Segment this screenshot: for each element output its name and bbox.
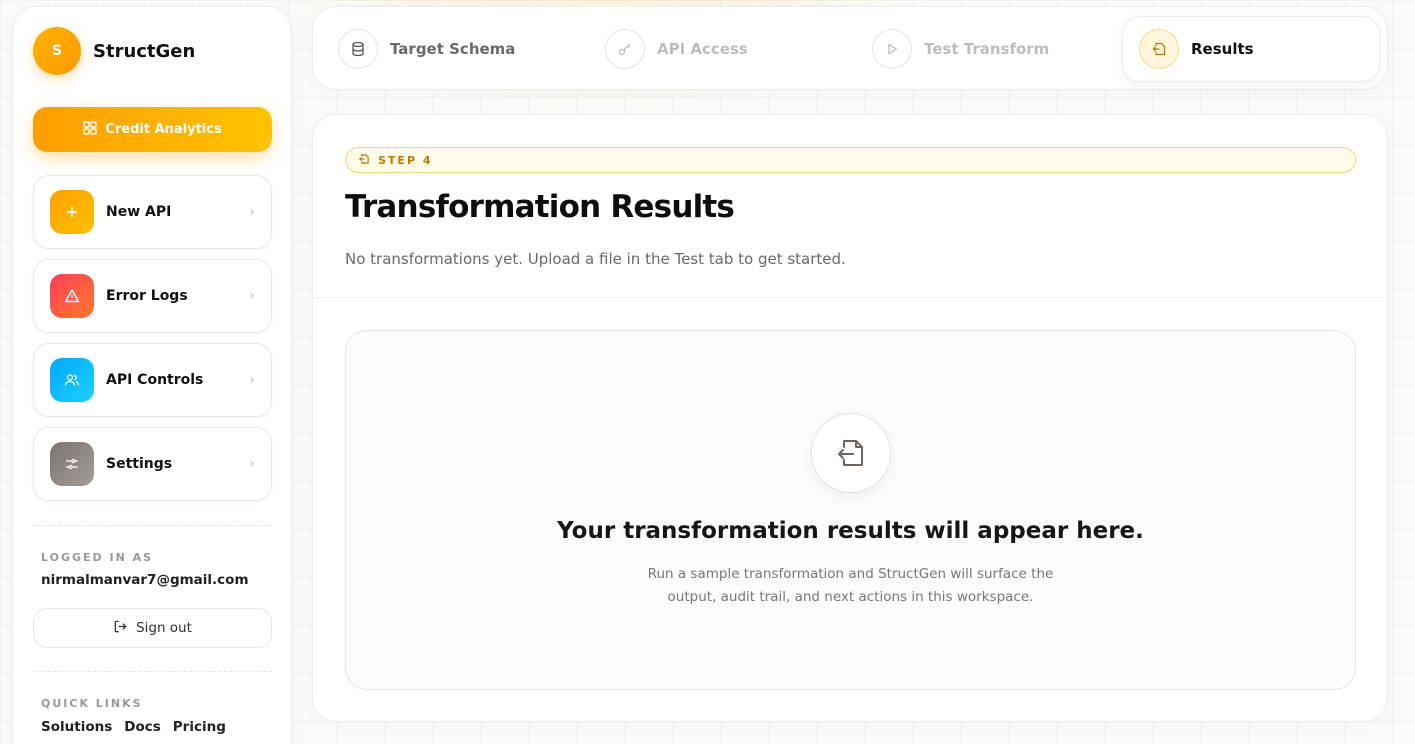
file-import-icon <box>358 153 370 168</box>
file-import-icon <box>811 413 891 493</box>
warning-icon <box>50 274 94 318</box>
play-icon <box>872 29 912 69</box>
grid-icon <box>83 120 97 139</box>
divider <box>313 297 1387 298</box>
sliders-icon <box>50 442 94 486</box>
sidebar-item-label: Error Logs <box>106 288 188 304</box>
sign-out-icon <box>113 619 128 638</box>
quick-links-label: QUICK LINKS <box>41 697 143 710</box>
logged-in-label: LOGGED IN AS <box>41 551 154 564</box>
divider <box>33 671 272 672</box>
brand-name: StructGen <box>93 40 196 62</box>
credit-analytics-label: Credit Analytics <box>105 122 222 137</box>
sidebar: S StructGen Credit Analytics New API › E… <box>12 6 292 744</box>
step-label: Results <box>1191 40 1254 58</box>
sidebar-item-error-logs[interactable]: Error Logs › <box>33 259 272 333</box>
step-badge-label: STEP 4 <box>378 153 433 167</box>
quick-link-docs[interactable]: Docs <box>124 719 161 735</box>
sidebar-item-api-controls[interactable]: API Controls › <box>33 343 272 417</box>
divider <box>33 525 272 526</box>
results-panel: STEP 4 Transformation Results No transfo… <box>312 114 1388 722</box>
sidebar-item-settings[interactable]: Settings › <box>33 427 272 501</box>
plus-icon <box>50 190 94 234</box>
empty-state-line: output, audit trail, and next actions in… <box>667 589 1034 605</box>
chevron-right-icon: › <box>249 456 255 472</box>
chevron-right-icon: › <box>249 204 255 220</box>
step-label: API Access <box>657 40 748 58</box>
sidebar-item-label: API Controls <box>106 372 204 388</box>
quick-link-pricing[interactable]: Pricing <box>173 719 226 735</box>
sign-out-button[interactable]: Sign out <box>33 608 272 648</box>
key-icon <box>605 29 645 69</box>
user-email: nirmalmanvar7@gmail.com <box>41 572 249 588</box>
sign-out-label: Sign out <box>136 620 192 636</box>
database-icon <box>338 29 378 69</box>
brand-logo: S <box>33 27 81 75</box>
file-import-icon <box>1139 29 1179 69</box>
empty-state-title: Your transformation results will appear … <box>557 518 1144 544</box>
step-navigator: Target Schema API Access Test Transform … <box>312 6 1388 90</box>
tab-results[interactable]: Results <box>1122 16 1380 82</box>
sidebar-nav: New API › Error Logs › API Controls › Se… <box>33 175 272 511</box>
quick-links: Solutions Docs Pricing <box>41 719 226 735</box>
credit-analytics-button[interactable]: Credit Analytics <box>33 107 272 152</box>
step-label: Test Transform <box>924 40 1050 58</box>
step-badge: STEP 4 <box>345 147 1356 173</box>
brand[interactable]: S StructGen <box>33 27 195 75</box>
empty-state-line: Run a sample transformation and StructGe… <box>647 566 1054 582</box>
quick-link-solutions[interactable]: Solutions <box>41 719 112 735</box>
empty-state: Your transformation results will appear … <box>345 330 1356 690</box>
tab-test-transform[interactable]: Test Transform <box>872 29 1049 69</box>
tab-target-schema[interactable]: Target Schema <box>338 29 515 69</box>
chevron-right-icon: › <box>249 372 255 388</box>
users-icon <box>50 358 94 402</box>
sidebar-item-label: New API <box>106 204 172 220</box>
empty-state-description: Run a sample transformation and StructGe… <box>346 563 1355 609</box>
step-label: Target Schema <box>390 40 516 58</box>
page-subtitle: No transformations yet. Upload a file in… <box>345 250 846 268</box>
sidebar-item-new-api[interactable]: New API › <box>33 175 272 249</box>
tab-api-access[interactable]: API Access <box>605 29 748 69</box>
sidebar-item-label: Settings <box>106 456 173 472</box>
page-title: Transformation Results <box>345 189 735 225</box>
chevron-right-icon: › <box>249 288 255 304</box>
